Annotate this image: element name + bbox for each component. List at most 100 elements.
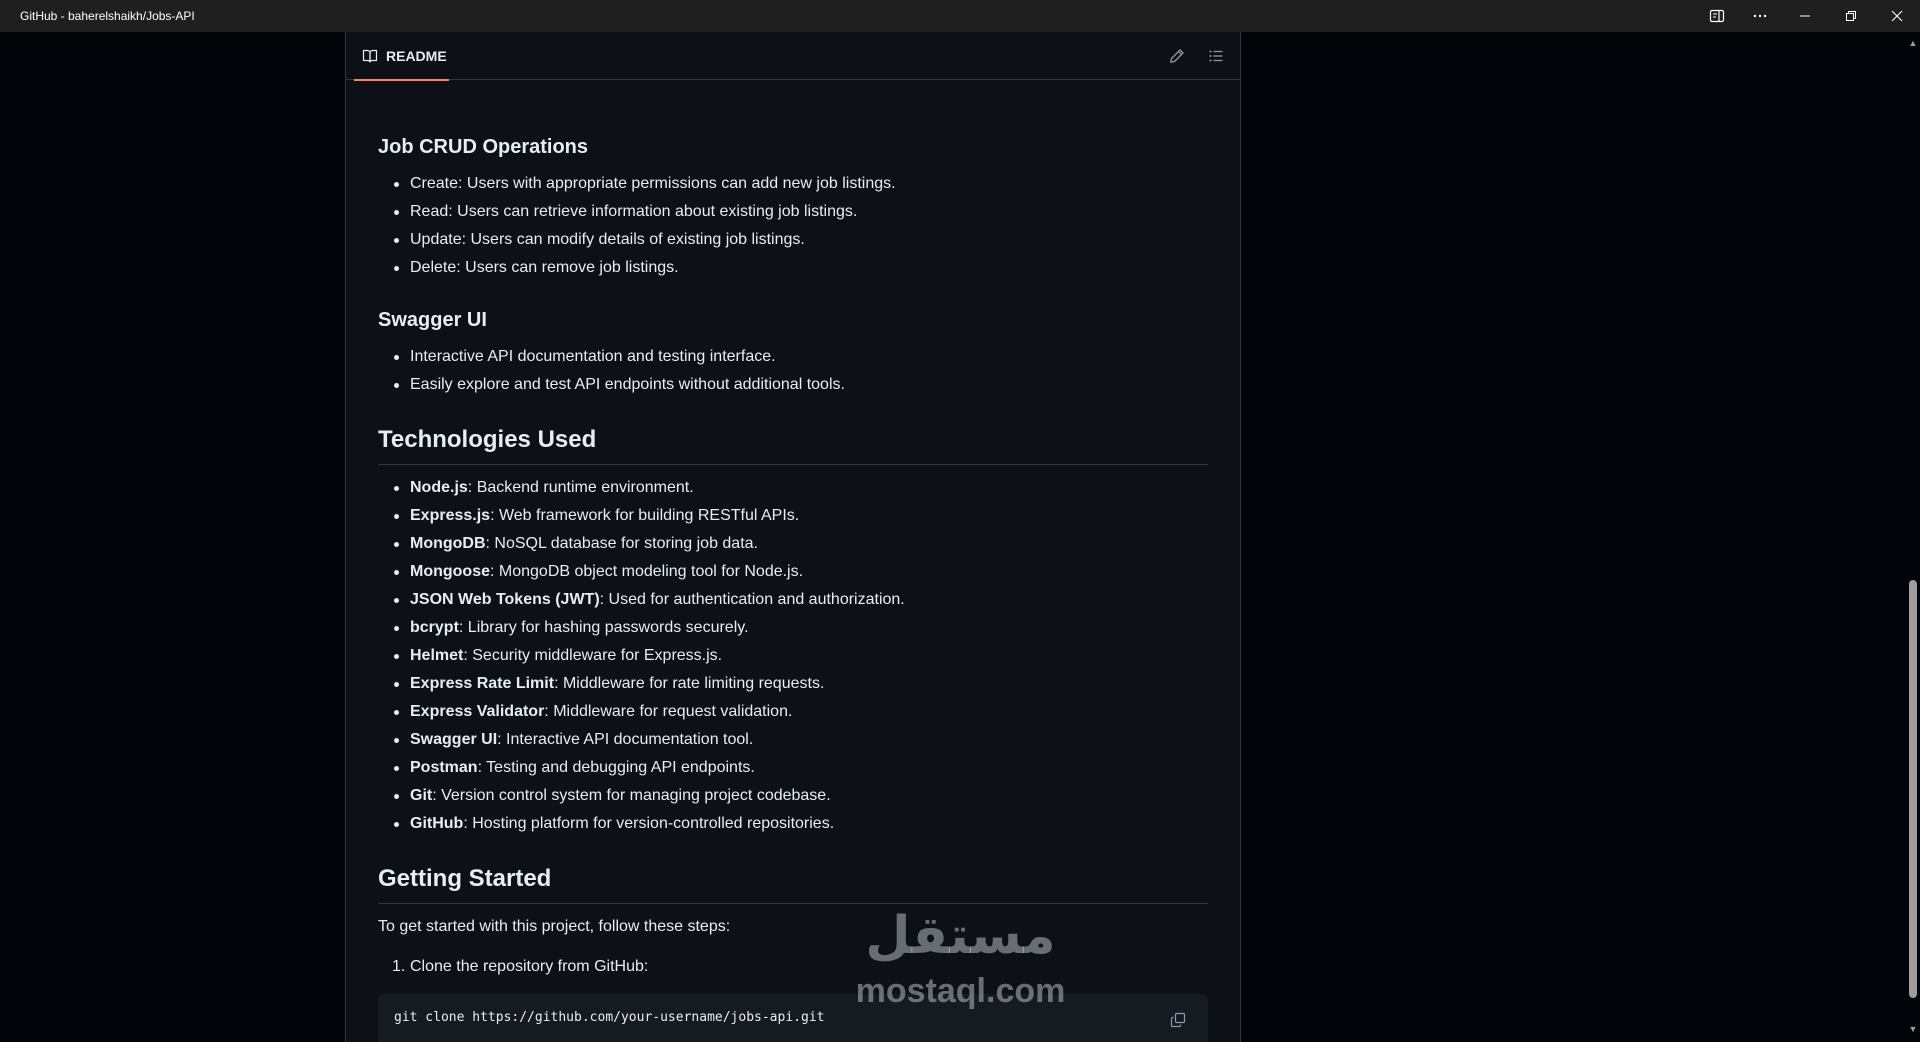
crud-list: Create: Users with appropriate permissio… [378,170,896,282]
technology-desc: : MongoDB object modeling tool for Node.… [490,563,804,580]
technology-desc: : Backend runtime environment. [467,479,694,496]
technology-name: MongoDB [410,535,486,552]
technology-desc: : Used for authentication and authorizat… [599,591,905,608]
list-item: Read: Users can retrieve information abo… [378,198,896,226]
technology-desc: : Middleware for rate limiting requests. [554,675,825,692]
technology-name: JSON Web Tokens (JWT) [410,591,600,608]
technology-item: Mongoose: MongoDB object modeling tool f… [378,558,905,586]
technology-desc: : Hosting platform for version-controlle… [463,815,835,832]
technology-name: Swagger UI [410,731,498,748]
vertical-scrollbar[interactable]: ▲ ▼ [1906,32,1920,1042]
bullet-dot [394,738,399,743]
page-content: README Job CRUD Operations Create: Users… [0,32,1906,1042]
heading-job-crud: Job CRUD Operations [378,136,589,158]
bullet-dot [394,570,399,575]
readme-header: README [346,32,1240,81]
bullet-dot [394,182,399,187]
restore-icon [1846,11,1856,21]
technology-item: GitHub: Hosting platform for version-con… [378,810,905,838]
technology-item: Express.js: Web framework for building R… [378,502,905,530]
technology-desc: : Security middleware for Express.js. [463,647,723,664]
close-button[interactable] [1874,0,1920,32]
swagger-list: Interactive API documentation and testin… [378,343,845,399]
list-item-text: Interactive API documentation and testin… [410,348,776,365]
step-item: 1. Clone the repository from GitHub: [378,953,648,981]
outline-button[interactable] [1204,44,1228,68]
technology-name: bcrypt [410,619,459,636]
title-bar: GitHub - baherelshaikh/Jobs-API [0,0,1920,32]
pencil-icon [1170,49,1184,63]
close-icon [1891,10,1903,22]
list-item: Easily explore and test API endpoints wi… [378,371,845,399]
ellipsis-icon [1753,14,1767,18]
list-item-text: Create: Users with appropriate permissio… [410,175,896,192]
technology-name: Express Validator [410,703,545,720]
list-item: Create: Users with appropriate permissio… [378,170,896,198]
technologies-list: Node.js: Backend runtime environment. Exp… [378,474,905,838]
technology-item: Express Rate Limit: Middleware for rate … [378,670,905,698]
edit-file-button[interactable] [1165,44,1189,68]
bullet-dot [394,682,399,687]
code-text[interactable]: git clone https://github.com/your-userna… [394,1010,824,1025]
minimize-icon [1800,15,1810,17]
technology-item: Express Validator: Middleware for reques… [378,698,905,726]
step-number: 1. [392,958,406,975]
technology-name: Helmet [410,647,464,664]
bullet-dot [394,514,399,519]
technology-item: bcrypt: Library for hashing passwords se… [378,614,905,642]
technology-name: Postman [410,759,478,776]
bullet-dot [394,542,399,547]
restore-button[interactable] [1828,0,1874,32]
more-options-button[interactable] [1737,0,1783,32]
technology-desc: : Middleware for request validation. [544,703,793,720]
technology-name: Express Rate Limit [410,675,555,692]
technology-item: JSON Web Tokens (JWT): Used for authenti… [378,586,905,614]
technology-name: Express.js [410,507,491,524]
code-block: git clone https://github.com/your-userna… [378,994,1208,1042]
technology-name: Mongoose [410,563,490,580]
bullet-dot [394,355,399,360]
sidebar-icon [1709,9,1725,23]
heading-getting-started: Getting Started [378,863,1208,904]
technology-item: Swagger UI: Interactive API documentatio… [378,726,905,754]
bullet-dot [394,710,399,715]
list-item: Update: Users can modify details of exis… [378,226,896,254]
bullet-dot [394,794,399,799]
technology-item: Postman: Testing and debugging API endpo… [378,754,905,782]
scroll-thumb[interactable] [1909,580,1917,998]
readme-tab-label: README [386,47,447,64]
technology-item: Node.js: Backend runtime environment. [378,474,905,502]
technology-desc: : Testing and debugging API endpoints. [477,759,755,776]
bullet-dot [394,654,399,659]
heading-swagger-ui: Swagger UI [378,309,487,331]
readme-tab[interactable]: README [354,32,449,81]
scroll-down-arrow-icon[interactable]: ▼ [1908,1024,1918,1034]
technology-item: MongoDB: NoSQL database for storing job … [378,530,905,558]
technology-desc: : Version control system for managing pr… [432,787,831,804]
list-unordered-icon [1209,50,1223,62]
technology-name: Node.js [410,479,468,496]
steps-list: 1. Clone the repository from GitHub: [378,953,648,981]
list-item-text: Read: Users can retrieve information abo… [410,203,858,220]
technology-name: GitHub [410,815,464,832]
minimize-button[interactable] [1782,0,1828,32]
bullet-dot [394,266,399,271]
list-item-text: Delete: Users can remove job listings. [410,259,679,276]
app-sidebar-button[interactable] [1694,0,1740,32]
bullet-dot [394,766,399,771]
bullet-dot [394,626,399,631]
technology-name: Git [410,787,433,804]
heading-technologies-used: Technologies Used [378,424,1208,465]
window-title: GitHub - baherelshaikh/Jobs-API [20,9,195,23]
technology-item: Git: Version control system for managing… [378,782,905,810]
bullet-dot [394,598,399,603]
copy-icon [1170,1012,1186,1028]
scroll-up-arrow-icon[interactable]: ▲ [1908,38,1918,48]
copy-button[interactable] [1164,1006,1192,1034]
technology-desc: : NoSQL database for storing job data. [485,535,758,552]
list-item: Delete: Users can remove job listings. [378,254,896,282]
readme-panel: README Job CRUD Operations Create: Users… [345,32,1241,1042]
bullet-dot [394,383,399,388]
book-icon [362,49,378,63]
list-item: Interactive API documentation and testin… [378,343,845,371]
